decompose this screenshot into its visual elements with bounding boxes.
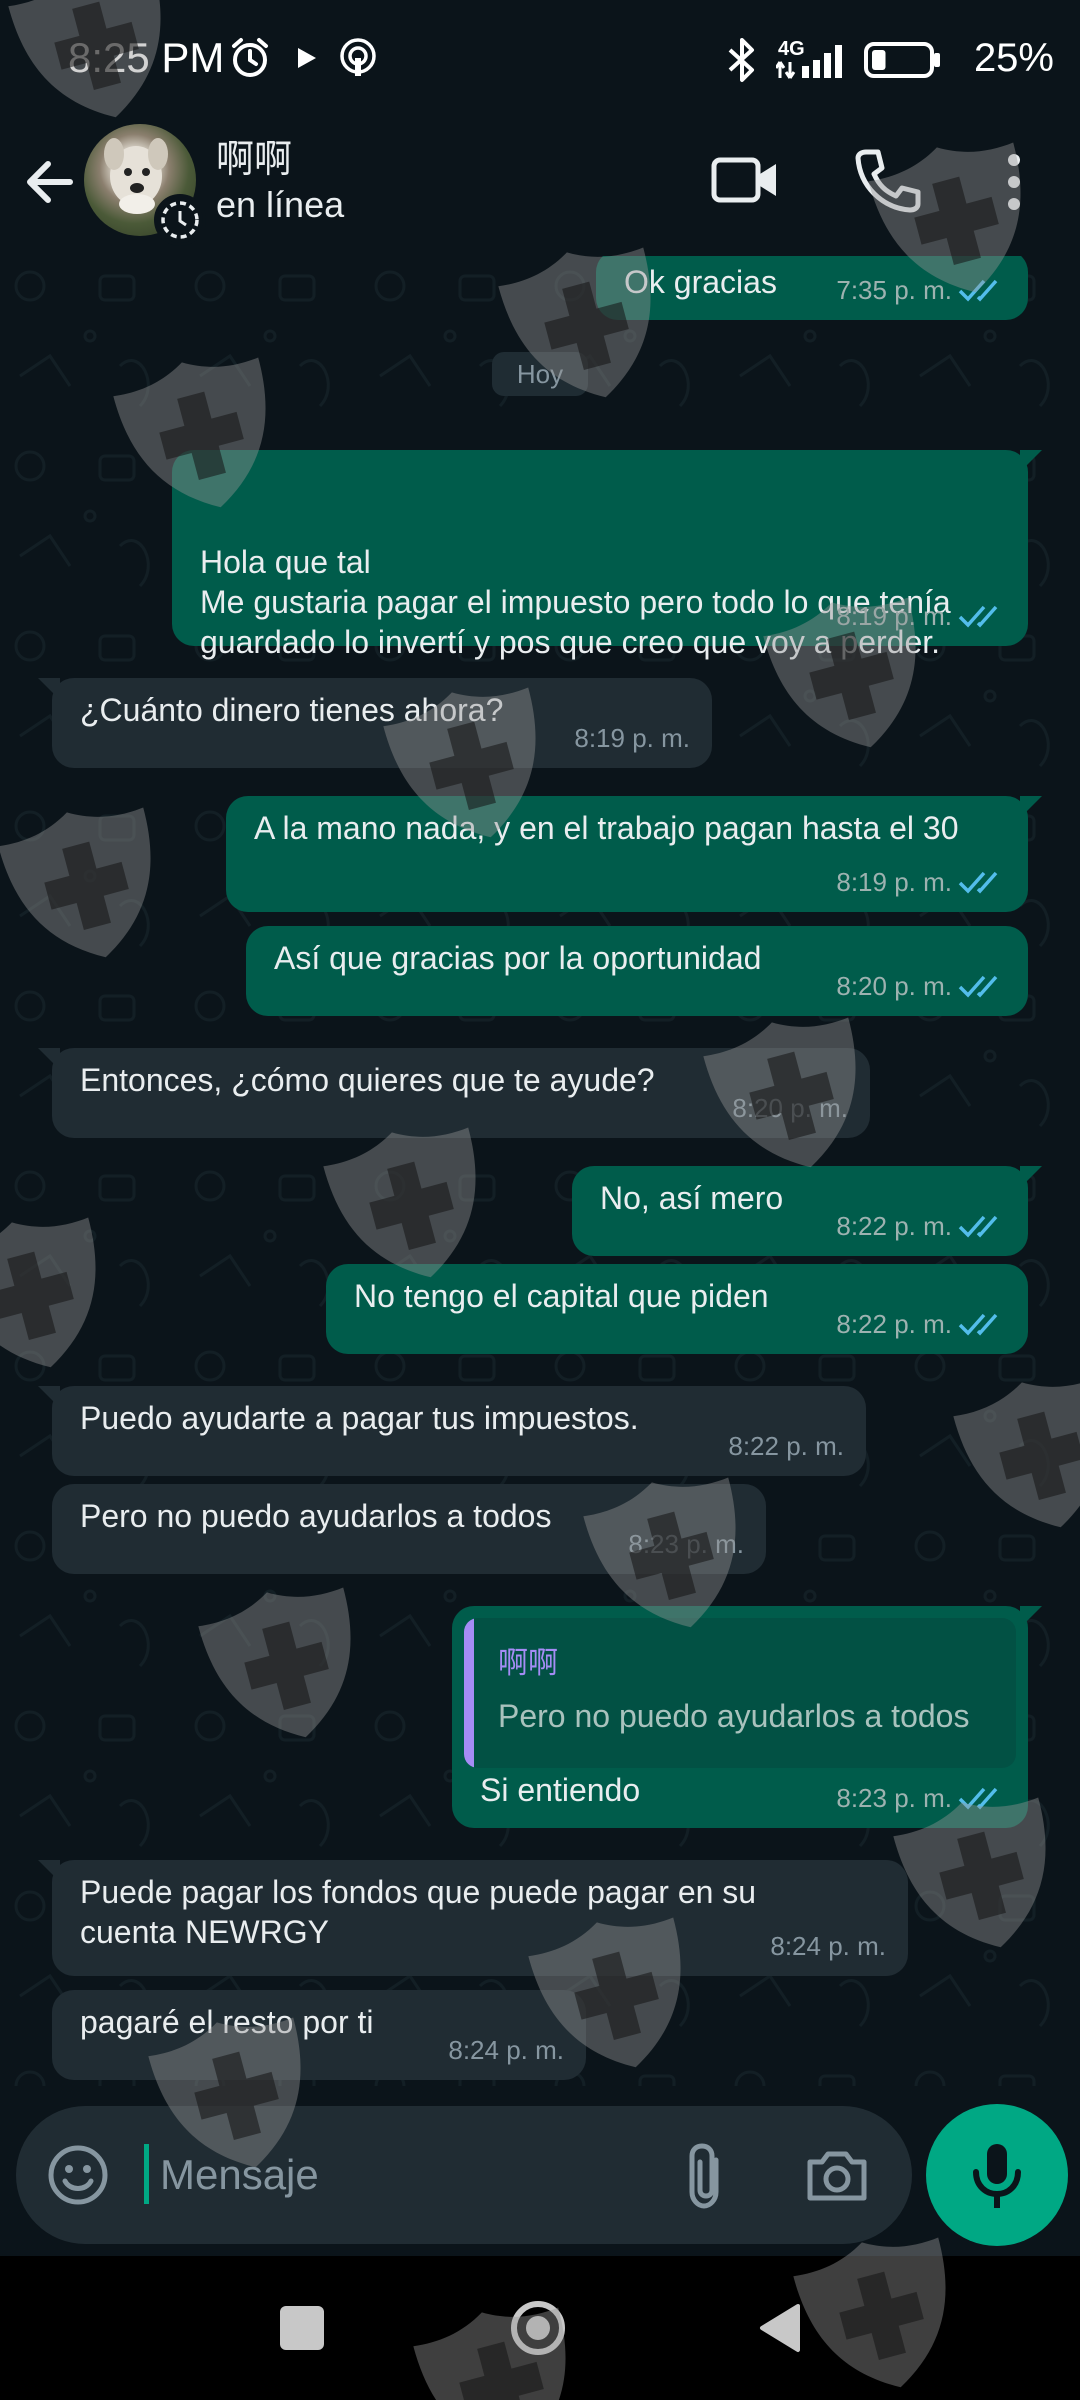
message-bubble-incoming[interactable]: pagaré el resto por ti 8:24 p. m. <box>52 1990 586 2080</box>
message-bubble-incoming[interactable]: Puedo ayudarte a pagar tus impuestos. 8:… <box>38 1386 866 1476</box>
message-text: Así que gracias por la oportunidad <box>274 940 762 976</box>
podcast-icon <box>340 38 376 76</box>
double-check-icon <box>958 871 998 894</box>
message-time: 8:22 p. m. <box>836 1309 952 1339</box>
reply-author: 啊啊 <box>498 1647 558 1680</box>
text-caret <box>144 2144 149 2204</box>
chat-header: 啊啊 en línea <box>0 120 1080 258</box>
message-text: Ok gracias <box>624 264 777 300</box>
camera-icon[interactable] <box>804 2142 870 2208</box>
alarm-icon <box>232 38 268 77</box>
message-time: 8:24 p. m. <box>448 2035 564 2065</box>
microphone-button[interactable] <box>926 2104 1068 2246</box>
message-time: 8:23 p. m. <box>836 1783 952 1813</box>
paperclip-icon[interactable] <box>676 2138 736 2212</box>
message-time: 8:22 p. m. <box>836 1211 952 1241</box>
message-time: 8:20 p. m. <box>836 971 952 1001</box>
date-separator: Hoy <box>492 352 588 396</box>
message-time: 8:23 p. m. <box>628 1529 744 1559</box>
contact-status: en línea <box>216 184 345 225</box>
message-text: A la mano nada, y en el trabajo pagan ha… <box>254 810 959 846</box>
message-input[interactable] <box>158 2136 662 2214</box>
double-check-icon <box>958 1787 998 1810</box>
message-bubble-incoming[interactable]: ¿Cuánto dinero tienes ahora? 8:19 p. m. <box>38 678 712 768</box>
back-triangle-icon[interactable] <box>752 2300 808 2356</box>
message-text: Pero no puedo ayudarlos a todos <box>80 1498 552 1534</box>
message-bubble-outgoing[interactable]: Ok gracias 7:35 p. m. <box>596 256 1028 320</box>
reply-accent-bar <box>464 1618 474 1768</box>
message-time: 8:19 p. m. <box>574 723 690 753</box>
message-text: ¿Cuánto dinero tienes ahora? <box>80 692 504 728</box>
message-bubble-incoming[interactable]: Entonces, ¿cómo quieres que te ayude? 8:… <box>38 1048 870 1138</box>
reply-text: Pero no puedo ayudarlos a todos <box>498 1698 970 1734</box>
message-time: 7:35 p. m. <box>836 275 952 305</box>
contact-name[interactable]: 啊啊 <box>216 128 292 183</box>
message-text: Puedo ayudarte a pagar tus impuestos. <box>80 1400 639 1436</box>
play-store-icon <box>298 48 316 68</box>
message-bubble-outgoing[interactable]: 啊啊 Pero no puedo ayudarlos a todos Si en… <box>452 1606 1042 1828</box>
message-text: No tengo el capital que piden <box>354 1278 769 1314</box>
double-check-icon <box>958 605 998 628</box>
double-check-icon <box>958 975 998 998</box>
message-time: 8:22 p. m. <box>728 1431 844 1461</box>
status-time: 8:25 PM <box>68 34 225 81</box>
message-bubble-incoming[interactable]: Puede pagar los fondos que puede pagar e… <box>38 1860 908 1976</box>
message-text: Puede pagar los fondos que puede pagar e… <box>80 1874 757 1950</box>
message-composer <box>16 2106 912 2244</box>
message-bubble-outgoing[interactable]: Así que gracias por la oportunidad 8:20 … <box>246 926 1028 1016</box>
arrow-left-icon[interactable] <box>20 150 84 214</box>
double-check-icon <box>958 1313 998 1336</box>
chat-area[interactable]: Ok gracias 7:35 p. m. Hoy Hola que tal M… <box>0 256 1080 2086</box>
message-time: 8:19 p. m. <box>836 867 952 897</box>
double-check-icon <box>958 279 998 302</box>
message-text: pagaré el resto por ti <box>80 2004 374 2040</box>
message-time: 8:19 p. m. <box>836 601 952 631</box>
message-text: Entonces, ¿cómo quieres que te ayude? <box>80 1062 655 1098</box>
status-ring-icon <box>154 194 206 246</box>
message-bubble-outgoing[interactable]: Hola que tal Me gustaria pagar el impues… <box>172 450 1042 660</box>
message-bubble-outgoing[interactable]: No, así mero 8:22 p. m. <box>572 1166 1042 1256</box>
bluetooth-icon <box>728 38 754 82</box>
more-vert-icon[interactable] <box>998 146 1030 218</box>
message-bubble-incoming[interactable]: Pero no puedo ayudarlos a todos 8:23 p. … <box>52 1484 766 1574</box>
signal-icon <box>776 45 842 79</box>
message-time: 8:24 p. m. <box>770 1931 886 1961</box>
message-bubble-outgoing[interactable]: No tengo el capital que piden 8:22 p. m. <box>326 1264 1028 1354</box>
home-circle-icon[interactable] <box>510 2300 566 2356</box>
battery-percent: 25% <box>973 36 1054 80</box>
status-bar: 8:25 PM 4G 25% <box>0 0 1080 120</box>
video-camera-icon[interactable] <box>710 148 782 212</box>
quoted-reply[interactable]: 啊啊 Pero no puedo ayudarlos a todos <box>464 1618 1016 1768</box>
phone-icon[interactable] <box>852 144 924 216</box>
message-text: Si entiendo <box>480 1772 641 1808</box>
recents-button[interactable] <box>280 2306 324 2350</box>
message-bubble-outgoing[interactable]: A la mano nada, y en el trabajo pagan ha… <box>226 796 1042 912</box>
double-check-icon <box>958 1215 998 1238</box>
system-nav-bar <box>0 2256 1080 2400</box>
smiley-icon[interactable] <box>46 2143 110 2207</box>
battery-icon <box>864 42 940 78</box>
message-time: 8:20 p. m. <box>732 1093 848 1123</box>
microphone-icon <box>973 2144 1021 2208</box>
message-text: No, así mero <box>600 1180 784 1216</box>
